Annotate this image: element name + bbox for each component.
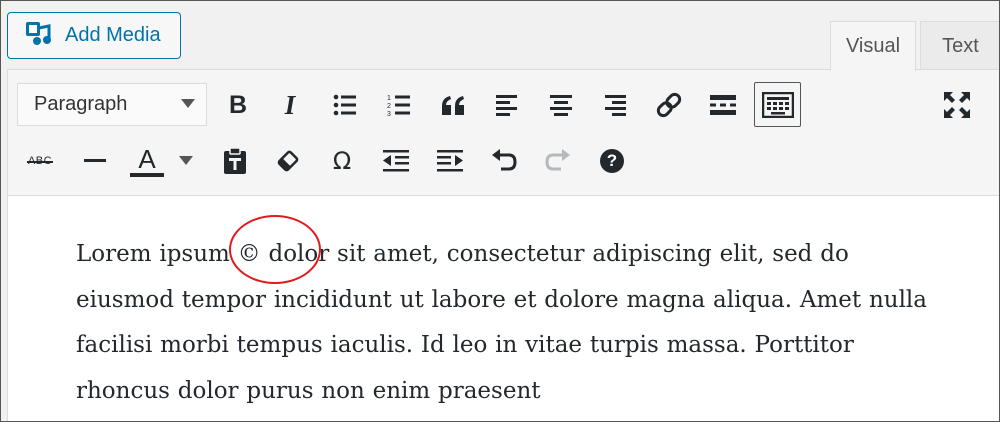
eraser-icon	[275, 148, 301, 174]
horizontal-line-button[interactable]	[77, 143, 113, 179]
fullscreen-button[interactable]	[939, 87, 975, 123]
bold-button[interactable]: B	[221, 87, 255, 123]
undo-icon	[491, 149, 517, 173]
italic-button[interactable]: I	[273, 87, 307, 123]
add-media-label: Add Media	[65, 24, 161, 46]
svg-text:1: 1	[387, 95, 391, 102]
align-right-icon	[604, 94, 626, 116]
clear-formatting-button[interactable]	[270, 143, 306, 179]
tab-text[interactable]: Text	[920, 21, 1000, 70]
chevron-down-icon	[179, 156, 193, 166]
undo-button[interactable]	[486, 143, 522, 179]
align-left-icon	[496, 94, 518, 116]
format-select[interactable]: Paragraph	[17, 83, 207, 126]
strikethrough-icon: ABC	[26, 155, 54, 167]
align-center-button[interactable]	[544, 87, 578, 123]
toolbar-toggle-button[interactable]	[754, 82, 801, 127]
editor-content[interactable]: Lorem ipsum © dolor sit amet, consectetu…	[7, 196, 1000, 422]
text-before-symbol: Lorem ipsum	[76, 241, 238, 267]
chevron-down-icon	[181, 96, 195, 114]
text-color-icon: A	[130, 145, 164, 177]
omega-icon: Ω	[332, 147, 352, 175]
indent-icon	[437, 149, 463, 173]
media-icon	[8, 20, 53, 51]
outdent-icon	[383, 149, 409, 173]
svg-text:3: 3	[387, 111, 391, 117]
strikethrough-button[interactable]: ABC	[22, 143, 58, 179]
align-center-icon	[550, 94, 572, 116]
text-color-button[interactable]: A	[127, 140, 167, 182]
redo-button[interactable]	[540, 143, 576, 179]
read-more-button[interactable]	[705, 87, 741, 123]
text-color-glyph: A	[138, 144, 156, 174]
bulleted-list-icon	[333, 94, 357, 116]
decrease-indent-button[interactable]	[378, 143, 414, 179]
link-icon	[655, 91, 683, 119]
redo-icon	[545, 149, 571, 173]
horizontal-line-icon	[84, 159, 106, 163]
help-icon: ?	[600, 149, 624, 173]
add-media-button[interactable]: Add Media	[7, 12, 181, 59]
special-character-button[interactable]: Ω	[324, 143, 360, 179]
text-color-dropdown[interactable]	[174, 143, 198, 179]
align-left-button[interactable]	[490, 87, 524, 123]
paste-as-text-button[interactable]	[217, 143, 253, 179]
svg-text:2: 2	[387, 103, 391, 110]
increase-indent-button[interactable]	[432, 143, 468, 179]
bold-icon: B	[228, 90, 248, 119]
clipboard-icon	[223, 147, 247, 175]
format-select-value: Paragraph	[34, 93, 128, 115]
quote-icon	[440, 95, 466, 115]
blockquote-button[interactable]	[436, 87, 470, 123]
insert-link-button[interactable]	[652, 87, 686, 123]
numbered-list-button[interactable]: 1 2 3	[382, 87, 416, 123]
paragraph: Lorem ipsum © dolor sit amet, consectetu…	[76, 232, 946, 414]
bulleted-list-button[interactable]	[328, 87, 362, 123]
highlight-circle	[229, 215, 321, 284]
read-more-icon	[710, 95, 736, 115]
keyboard-shortcuts-button[interactable]: ?	[594, 143, 630, 179]
tab-visual[interactable]: Visual	[830, 21, 916, 71]
numbered-list-icon: 1 2 3	[387, 93, 411, 117]
keyboard-icon	[761, 91, 794, 118]
align-right-button[interactable]	[598, 87, 632, 123]
italic-icon: I	[284, 89, 296, 120]
fullscreen-icon	[944, 92, 970, 118]
